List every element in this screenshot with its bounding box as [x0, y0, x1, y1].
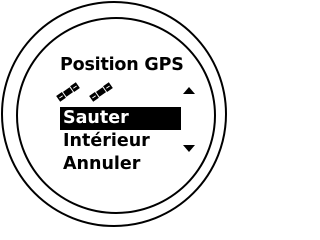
menu-item-interieur[interactable]: Intérieur — [60, 130, 184, 153]
menu-item-annuler[interactable]: Annuler — [60, 153, 184, 176]
menu-item-sauter[interactable]: Sauter — [60, 107, 181, 130]
arrow-down-icon[interactable] — [183, 145, 195, 152]
satellite-icon — [56, 82, 80, 102]
screen-title: Position GPS — [60, 55, 184, 75]
satellite-icons — [56, 82, 113, 102]
arrow-up-icon[interactable] — [183, 87, 195, 94]
satellite-icon — [89, 82, 113, 102]
menu-list: Sauter Intérieur Annuler — [60, 107, 184, 176]
